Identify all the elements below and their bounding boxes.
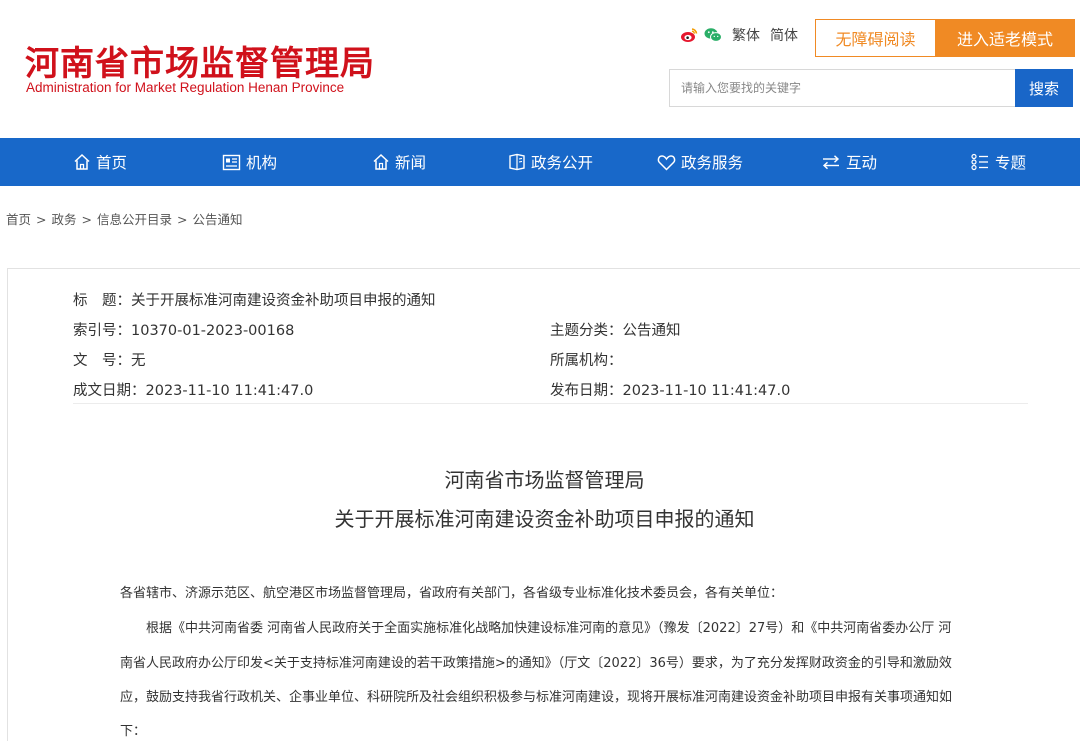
- article-title-line1: 河南省市场监督管理局: [444, 468, 645, 492]
- exchange-icon: [822, 155, 840, 170]
- article-salutation: 各省辖市、济源示范区、航空港区市场监督管理局，省政府有关部门，各省级专业标准化技…: [120, 586, 784, 601]
- nav-item-interaction[interactable]: 互动: [821, 138, 877, 186]
- nav-item-home[interactable]: 首页: [73, 138, 127, 186]
- meta-published-value: 2023-11-10 11:41:47.0: [622, 383, 791, 399]
- meta-docno-label: 文 号：: [73, 353, 131, 369]
- breadcrumb-announcements[interactable]: 公告通知: [193, 212, 243, 227]
- home-icon: [74, 153, 90, 170]
- site-logo-title[interactable]: 河南省市场监督管理局: [25, 36, 375, 85]
- article-title-line2: 关于开展标准河南建设资金补助项目申报的通知: [334, 507, 755, 531]
- meta-index-value: 10370-01-2023-00168: [131, 323, 295, 339]
- breadcrumb-separator: >: [36, 212, 47, 227]
- article-paragraph-line: 下：: [120, 724, 147, 739]
- search-button[interactable]: 搜索: [1015, 69, 1073, 107]
- news-icon: [373, 153, 389, 170]
- main-nav: 首页 机构 新闻 政务公开 政务服务 互动 专题: [0, 138, 1080, 186]
- article-paragraph-line: 南省人民政府办公厅印发<关于支持标准河南建设的若干政策措施>的通知》（厅文〔20…: [120, 656, 952, 671]
- open-government-icon: [509, 153, 525, 171]
- breadcrumb-separator: >: [177, 212, 188, 227]
- organization-icon: [222, 154, 241, 170]
- meta-title-value: 关于开展标准河南建设资金补助项目申报的通知: [131, 293, 436, 309]
- accessible-reading-button[interactable]: 无障碍阅读: [815, 19, 936, 57]
- wechat-icon[interactable]: [704, 27, 722, 43]
- nav-label-topics: 专题: [995, 154, 1027, 172]
- nav-item-organization[interactable]: 机构: [222, 138, 277, 186]
- top-tools: 繁体 简体: [680, 24, 798, 46]
- weibo-icon[interactable]: [680, 27, 698, 43]
- article-paragraph-line: 根据《中共河南省委 河南省人民政府关于全面实施标准化战略加快建设标准河南的意见》…: [146, 621, 952, 636]
- article-paragraph-line: 应，鼓励支持我省行政机关、企事业单位、科研院所及社会组织积极参与标准河南建设，现…: [120, 690, 953, 705]
- nav-label-news: 新闻: [395, 154, 427, 172]
- breadcrumb-government[interactable]: 政务: [52, 212, 77, 227]
- elder-mode-button[interactable]: 进入适老模式: [935, 19, 1075, 57]
- meta-created-row: 成文日期：2023-11-10 11:41:47.0: [73, 379, 313, 400]
- breadcrumb-separator: >: [81, 212, 92, 227]
- nav-item-open-government[interactable]: 政务公开: [508, 138, 593, 186]
- nav-label-organization: 机构: [246, 154, 278, 172]
- simplified-chinese-link[interactable]: 简体: [770, 25, 798, 45]
- topics-icon: [971, 153, 988, 171]
- document-metadata: 标 题：关于开展标准河南建设资金补助项目申报的通知 索引号：10370-01-2…: [73, 284, 1028, 404]
- nav-label-open-government: 政务公开: [531, 154, 594, 172]
- meta-created-value: 2023-11-10 11:41:47.0: [145, 383, 314, 399]
- meta-topic-value: 公告通知: [622, 323, 681, 339]
- meta-created-label: 成文日期：: [73, 383, 146, 399]
- meta-title-label: 标 题：: [73, 293, 131, 309]
- meta-published-row: 发布日期：2023-11-10 11:41:47.0: [550, 379, 790, 400]
- traditional-chinese-link[interactable]: 繁体: [732, 25, 760, 45]
- breadcrumb-disclosure-catalog[interactable]: 信息公开目录: [97, 212, 172, 227]
- meta-title-row: 标 题：关于开展标准河南建设资金补助项目申报的通知: [73, 289, 436, 310]
- nav-item-topics[interactable]: 专题: [970, 138, 1026, 186]
- meta-index-row: 索引号：10370-01-2023-00168: [73, 319, 294, 340]
- meta-org-row: 所属机构：: [550, 349, 623, 370]
- breadcrumb-home[interactable]: 首页: [6, 212, 31, 227]
- breadcrumb: 首页 > 政务 > 信息公开目录 > 公告通知: [6, 209, 243, 228]
- meta-index-label: 索引号：: [73, 323, 131, 339]
- meta-docno-row: 文 号：无: [73, 349, 146, 370]
- site-logo-subtitle: Administration for Market Regulation Hen…: [26, 80, 345, 95]
- meta-org-label: 所属机构：: [550, 353, 623, 369]
- nav-item-government-services[interactable]: 政务服务: [657, 138, 743, 186]
- nav-label-government-services: 政务服务: [681, 154, 744, 172]
- meta-topic-label: 主题分类：: [550, 323, 623, 339]
- site-header: 河南省市场监督管理局 Administration for Market Reg…: [0, 0, 1080, 138]
- article-panel: 标 题：关于开展标准河南建设资金补助项目申报的通知 索引号：10370-01-2…: [7, 268, 1080, 741]
- nav-label-home: 首页: [96, 154, 128, 172]
- meta-docno-value: 无: [131, 353, 146, 369]
- nav-label-interaction: 互动: [846, 154, 878, 172]
- meta-topic-row: 主题分类：公告通知: [550, 319, 681, 340]
- heart-service-icon: [657, 154, 676, 171]
- meta-published-label: 发布日期：: [550, 383, 623, 399]
- nav-item-news[interactable]: 新闻: [372, 138, 426, 186]
- search-input[interactable]: [669, 69, 1015, 107]
